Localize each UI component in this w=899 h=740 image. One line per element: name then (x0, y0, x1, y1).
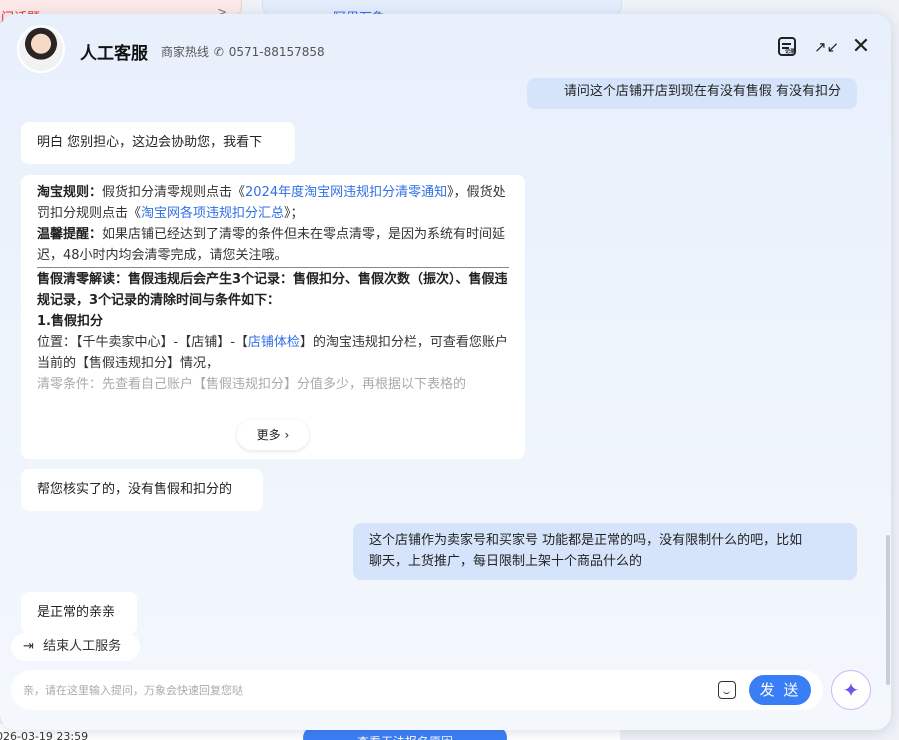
merchant-hotline: 商家热线 ✆ 0571-88157858 (161, 43, 325, 60)
location-paragraph: 位置：【千牛卖家中心】-【店铺】-【店铺体检】的淘宝违规扣分栏，可查看您账户当前… (37, 332, 509, 374)
notes-line (782, 43, 791, 45)
rule-text: 》； (284, 206, 304, 221)
rule-text: 》， (447, 185, 467, 200)
message-text: 是正常的亲亲 (37, 605, 116, 620)
agent-avatar (17, 25, 65, 73)
phone-icon: ✆ (213, 45, 224, 59)
agent-rich-message: 淘宝规则：假货扣分清零规则点击《2024年度淘宝网违规扣分清零通知》，假货处罚扣… (21, 175, 525, 459)
agent-message: 明白 您别担心，这边会协助您，我看下 (21, 122, 295, 164)
message-text: 这个店铺作为卖家号和买家号 功能都是正常的吗，没有限制什么的吧，比如 (369, 533, 803, 548)
customer-service-chat-window: 人工客服 商家热线 ✆ 0571-88157858 记录 ↗↙ ✕ 请问这个店铺… (0, 14, 891, 730)
message-input-bar: 发 送 (11, 670, 823, 710)
user-message: 这个店铺作为卖家号和买家号 功能都是正常的吗，没有限制什么的吧，比如 聊天，上货… (353, 523, 857, 580)
interpretation-paragraph: 售假清零解读：售假违规后会产生3个记录：售假扣分、售假次数（振次）、售假违规记录… (37, 269, 509, 311)
end-service-label: 结束人工服务 (43, 639, 122, 654)
chat-record-button[interactable]: 记录 (776, 36, 798, 58)
hotline-label: 商家热线 (161, 45, 210, 59)
store-checkup-link[interactable]: 店铺体检 (248, 335, 300, 350)
message-input[interactable] (23, 680, 713, 700)
ai-assistant-sparkle-icon[interactable]: ✦ (831, 670, 871, 710)
deduction-reset-notice-link[interactable]: 2024年度淘宝网违规扣分清零通知 (245, 185, 447, 200)
agent-message: 是正常的亲亲 (21, 592, 137, 634)
rule-text: 假货扣分清零规则点击《 (102, 185, 246, 200)
message-list[interactable]: 请问这个店铺开店到现在有没有售假 有没有扣分 明白 您别担心，这边会协助您，我看… (0, 78, 891, 685)
message-scrollbar[interactable] (886, 535, 890, 685)
location-text: 位置：【千牛卖家中心】-【店铺】-【 (37, 335, 248, 350)
section-heading: 1.售假扣分 (37, 311, 509, 332)
rich-message-body: 淘宝规则：假货扣分清零规则点击《2024年度淘宝网违规扣分清零通知》，假货处罚扣… (37, 182, 509, 395)
message-text: 明白 您别担心，这边会协助您，我看下 (37, 135, 263, 150)
divider (37, 267, 509, 268)
agent-message: 帮您核实了的，没有售假和扣分的 (21, 469, 263, 511)
user-message: 请问这个店铺开店到现在有没有售假 有没有扣分 (527, 78, 857, 109)
deduction-summary-link[interactable]: 淘宝网各项违规扣分汇总 (141, 206, 284, 221)
exit-icon: ⇥ (23, 639, 34, 654)
message-text: 请问这个店铺开店到现在有没有售假 有没有扣分 (563, 84, 841, 99)
message-text: 聊天，上货推广，每日限制上架十个商品什么的 (369, 554, 643, 569)
interpretation-text: 售假清零解读：售假违规后会产生3个记录：售假扣分、售假次数（振次）、售假违规记录… (37, 272, 508, 308)
more-label: 更多 (256, 428, 281, 442)
close-icon[interactable]: ✕ (850, 36, 872, 58)
send-button[interactable]: 发 送 (749, 675, 811, 705)
rule-paragraph: 淘宝规则：假货扣分清零规则点击《2024年度淘宝网违规扣分清零通知》，假货处罚扣… (37, 182, 509, 224)
chevron-right-icon: › (284, 428, 290, 442)
background-time: 026-03-19 23:59 (0, 730, 89, 740)
reset-condition-text: 清零条件：先查看自己账户【售假违规扣分】分值多少，再根据以下表格的 (37, 377, 467, 392)
notes-icon-text: 记录 (785, 49, 796, 55)
reminder-heading: 温馨提醒： (37, 227, 103, 242)
chat-title: 人工客服 (80, 44, 148, 64)
section-heading-text: 1.售假扣分 (37, 314, 103, 329)
hotline-number: 0571-88157858 (228, 45, 325, 59)
rule-heading: 淘宝规则： (37, 185, 103, 200)
end-human-service-button[interactable]: ⇥ 结束人工服务 (11, 633, 140, 661)
more-button[interactable]: 更多 › (237, 420, 309, 450)
message-text: 帮您核实了的，没有售假和扣分的 (37, 482, 233, 497)
emoji-icon[interactable] (718, 681, 736, 699)
minimize-icon[interactable]: ↗↙ (814, 36, 839, 58)
reminder-paragraph: 温馨提醒：如果店铺已经达到了清零的条件但未在零点清零，是因为系统有时间延迟，48… (37, 224, 509, 266)
reminder-text: 如果店铺已经达到了清零的条件但未在零点清零，是因为系统有时间延迟，48小时内均会… (37, 227, 506, 263)
chat-header: 人工客服 商家热线 ✆ 0571-88157858 记录 ↗↙ ✕ (0, 14, 891, 80)
